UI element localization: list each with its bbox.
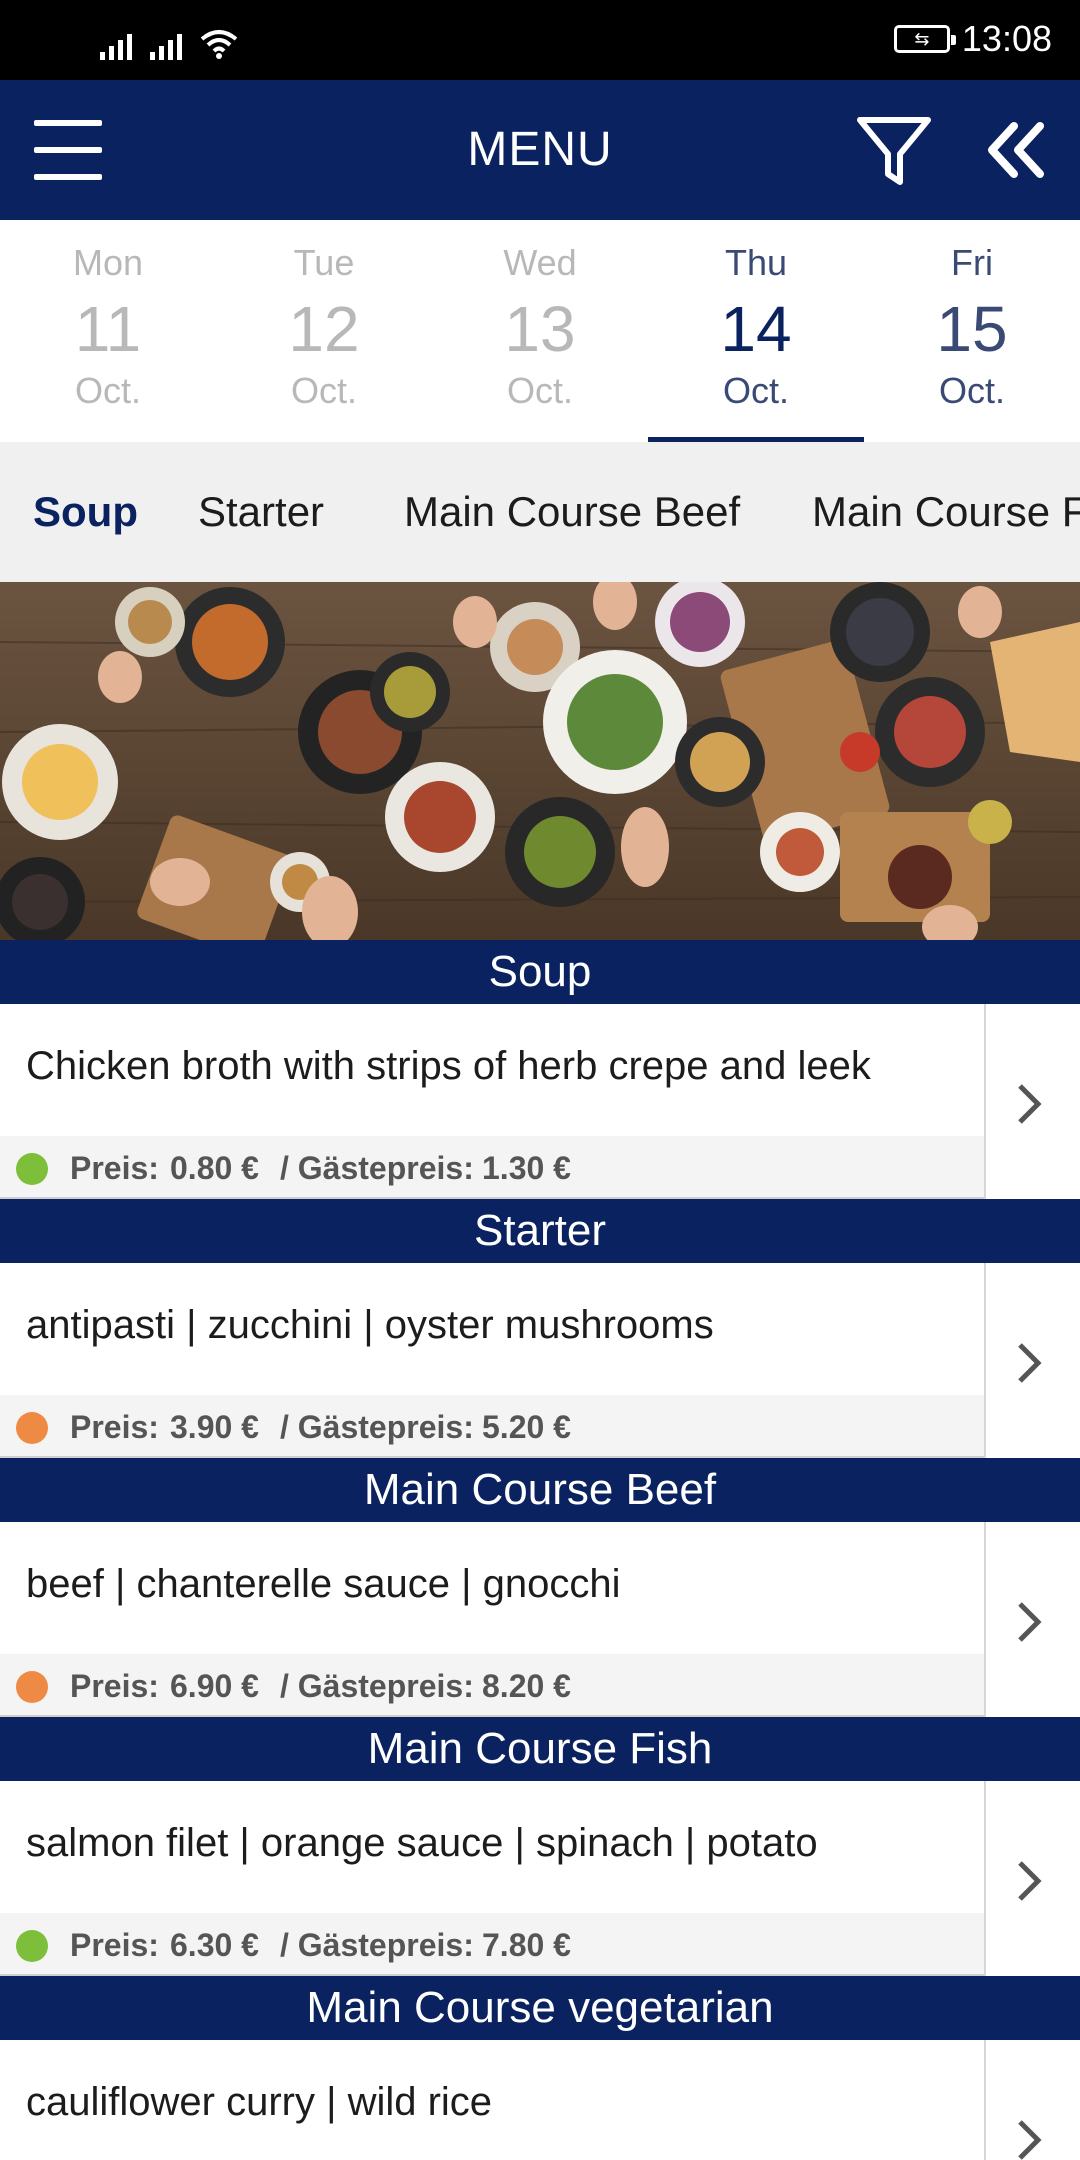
price-label: Preis: xyxy=(70,1668,159,1704)
price-row: Preis: 6.30 € / Gästepreis: 7.80 € xyxy=(0,1913,984,1974)
guest-price-value: 5.20 € xyxy=(482,1409,571,1445)
battery-icon: ⇆ xyxy=(893,25,956,53)
chevron-right-icon xyxy=(1018,1343,1042,1383)
chevron-right-icon xyxy=(1018,1602,1042,1642)
signal-icon xyxy=(100,30,132,60)
signal-icon xyxy=(150,30,182,60)
day-of-week: Tue xyxy=(293,242,355,283)
tab-starter[interactable]: Starter xyxy=(198,488,324,536)
tab-main-course-beef[interactable]: Main Course Beef xyxy=(404,488,740,536)
guest-price-value: 8.20 € xyxy=(482,1668,571,1704)
category-tabs: Soup Starter Main Course Beef Main Cours… xyxy=(0,442,1080,582)
day-thu[interactable]: Thu 14 Oct. xyxy=(648,220,864,442)
section-header: Starter xyxy=(0,1199,1080,1263)
day-month: Oct. xyxy=(290,370,357,411)
date-selector: Mon 11 Oct. Tue 12 Oct. Wed 13 Oct. Thu … xyxy=(0,220,1080,442)
filter-icon[interactable] xyxy=(854,110,934,190)
item-description: beef | chanterelle sauce | gnocchi xyxy=(26,1562,621,1606)
hero-food-image xyxy=(0,582,1080,940)
section-header: Soup xyxy=(0,940,1080,1004)
day-number: 14 xyxy=(720,293,792,365)
day-of-week: Thu xyxy=(724,242,788,283)
item-description: cauliflower curry | wild rice xyxy=(26,2080,493,2124)
section-header: Main Course Fish xyxy=(0,1717,1080,1781)
menu-item[interactable]: cauliflower curry | wild rice xyxy=(0,2040,1080,2160)
status-time: 13:08 xyxy=(961,18,1052,59)
day-wed[interactable]: Wed 13 Oct. xyxy=(432,220,648,442)
guest-price-label: / Gästepreis: xyxy=(280,1927,474,1963)
item-detail-button[interactable] xyxy=(984,1781,1080,1976)
diet-indicator-dot xyxy=(16,1930,48,1962)
diet-indicator-dot xyxy=(16,1412,48,1444)
item-detail-button[interactable] xyxy=(984,1522,1080,1717)
day-month: Oct. xyxy=(722,370,789,411)
day-number: 11 xyxy=(74,293,142,365)
tab-soup[interactable]: Soup xyxy=(33,488,138,536)
day-fri[interactable]: Fri 15 Oct. xyxy=(864,220,1080,442)
item-detail-button[interactable] xyxy=(984,1004,1080,1199)
app-header: MENU xyxy=(0,80,1080,220)
guest-price-value: 7.80 € xyxy=(482,1927,571,1963)
price-row: Preis: 3.90 € / Gästepreis: 5.20 € xyxy=(0,1395,984,1456)
day-month: Oct. xyxy=(74,370,141,411)
day-number: 13 xyxy=(504,293,576,365)
menu-list: Soup Chicken broth with strips of herb c… xyxy=(0,940,1080,2160)
day-month: Oct. xyxy=(938,370,1005,411)
item-detail-button[interactable] xyxy=(984,1263,1080,1458)
guest-price-value: 1.30 € xyxy=(482,1150,571,1186)
menu-item[interactable]: antipasti | zucchini | oyster mushrooms … xyxy=(0,1263,1080,1458)
status-icons xyxy=(100,20,238,60)
price-value: 6.90 € xyxy=(170,1668,259,1704)
price-label: Preis: xyxy=(70,1150,159,1186)
chevron-right-icon xyxy=(1018,2120,1042,2160)
status-right: ⇆ 13:08 xyxy=(893,18,1052,60)
menu-item[interactable]: salmon filet | orange sauce | spinach | … xyxy=(0,1781,1080,1976)
chevron-right-icon xyxy=(1018,1084,1042,1124)
double-chevron-left-icon[interactable] xyxy=(984,120,1048,180)
tab-main-course-fish[interactable]: Main Course Fish xyxy=(812,488,1080,536)
section-header: Main Course Beef xyxy=(0,1458,1080,1522)
day-of-week: Fri xyxy=(951,242,993,283)
wifi-icon xyxy=(200,30,238,59)
menu-item[interactable]: beef | chanterelle sauce | gnocchi Preis… xyxy=(0,1522,1080,1717)
item-description: salmon filet | orange sauce | spinach | … xyxy=(26,1821,818,1865)
day-tue[interactable]: Tue 12 Oct. xyxy=(216,220,432,442)
menu-item[interactable]: Chicken broth with strips of herb crepe … xyxy=(0,1004,1080,1199)
day-month: Oct. xyxy=(506,370,573,411)
price-row: Preis: 6.90 € / Gästepreis: 8.20 € xyxy=(0,1654,984,1715)
price-row: Preis: 0.80 € / Gästepreis: 1.30 € xyxy=(0,1136,984,1197)
day-number: 12 xyxy=(288,293,360,365)
price-value: 3.90 € xyxy=(170,1409,259,1445)
diet-indicator-dot xyxy=(16,1153,48,1185)
guest-price-label: / Gästepreis: xyxy=(280,1668,474,1704)
chevron-right-icon xyxy=(1018,1861,1042,1901)
price-label: Preis: xyxy=(70,1409,159,1445)
day-number: 15 xyxy=(936,293,1008,365)
section-header: Main Course vegetarian xyxy=(0,1976,1080,2040)
item-detail-button[interactable] xyxy=(984,2040,1080,2160)
item-description: antipasti | zucchini | oyster mushrooms xyxy=(26,1303,714,1347)
price-value: 6.30 € xyxy=(170,1927,259,1963)
item-description: Chicken broth with strips of herb crepe … xyxy=(26,1044,871,1088)
guest-price-label: / Gästepreis: xyxy=(280,1150,474,1186)
guest-price-label: / Gästepreis: xyxy=(280,1409,474,1445)
status-bar: ⇆ 13:08 xyxy=(0,0,1080,80)
day-mon[interactable]: Mon 11 Oct. xyxy=(0,220,216,442)
day-of-week: Mon xyxy=(72,242,144,283)
price-value: 0.80 € xyxy=(170,1150,259,1186)
diet-indicator-dot xyxy=(16,1671,48,1703)
price-label: Preis: xyxy=(70,1927,159,1963)
day-of-week: Wed xyxy=(503,242,577,283)
